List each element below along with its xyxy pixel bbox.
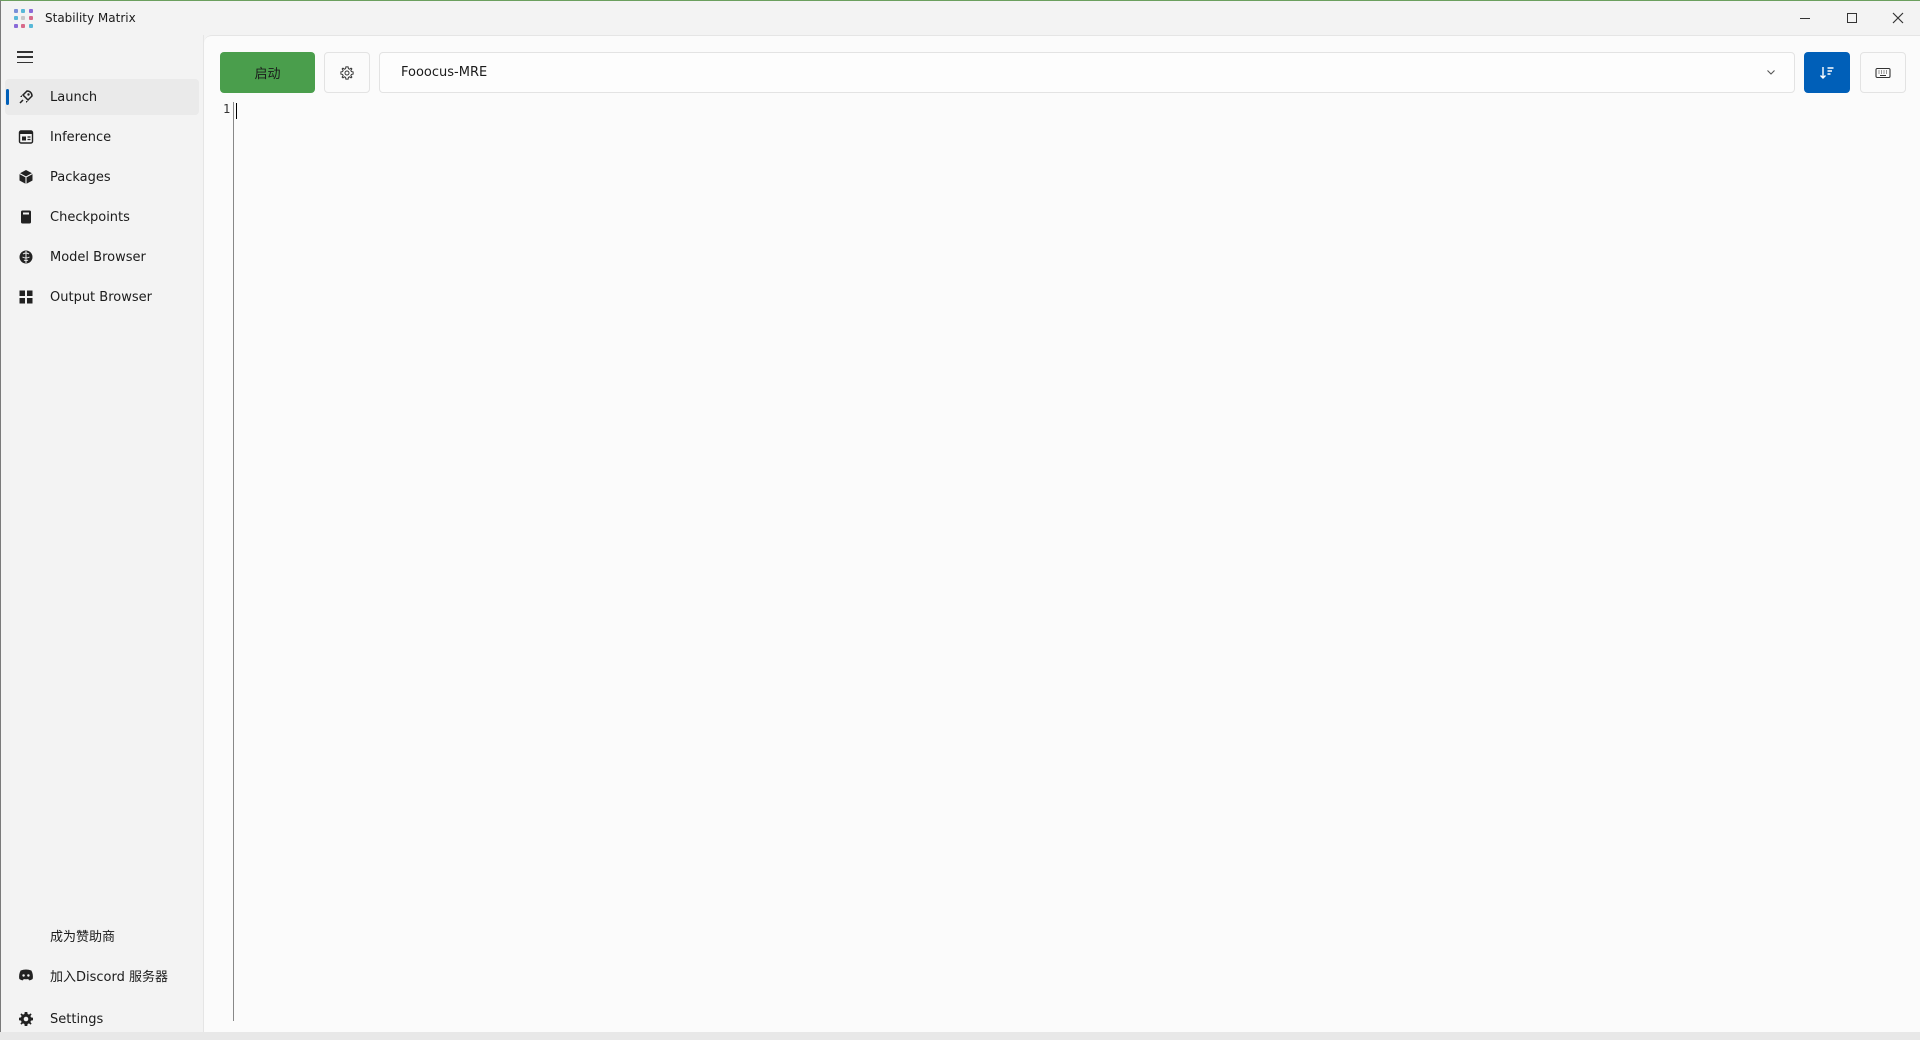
sidebar-item-discord[interactable]: 加入Discord 服务器 <box>5 957 199 993</box>
hamburger-icon[interactable] <box>15 49 35 65</box>
window-title: Stability Matrix <box>45 11 136 25</box>
active-indicator <box>6 89 9 105</box>
sidebar-item-label: Packages <box>50 169 111 185</box>
keyboard-input-button[interactable] <box>1860 52 1906 93</box>
text-caret <box>236 103 237 119</box>
sidebar-item-packages[interactable]: Packages <box>5 159 199 195</box>
auto-scroll-toggle[interactable] <box>1804 52 1850 93</box>
sidebar-item-checkpoints[interactable]: Checkpoints <box>5 199 199 235</box>
grid-icon <box>18 289 34 305</box>
close-icon <box>1892 12 1904 24</box>
sidebar-item-label: Inference <box>50 129 112 145</box>
notebook-icon <box>18 209 34 225</box>
sidebar-item-output-browser[interactable]: Output Browser <box>5 279 199 315</box>
package-dropdown[interactable]: Fooocus-MRE <box>379 52 1795 93</box>
launch-button[interactable]: 启动 <box>220 52 315 93</box>
sort-down-icon <box>1820 66 1834 79</box>
chevron-down-icon <box>1767 70 1775 75</box>
sidebar-item-inference[interactable]: Inference <box>5 119 199 155</box>
sidebar-item-label: Output Browser <box>50 289 152 305</box>
app-logo-icon <box>14 9 34 29</box>
taskbar-edge <box>0 1032 1920 1040</box>
box-icon <box>18 169 34 185</box>
maximize-icon <box>1847 13 1857 23</box>
sidebar-item-label: 加入Discord 服务器 <box>50 969 168 985</box>
gutter-divider <box>233 102 234 1021</box>
gear-icon <box>18 1011 34 1027</box>
selected-package: Fooocus-MRE <box>401 65 488 80</box>
sidebar-divider <box>203 35 204 1033</box>
keyboard-icon <box>1875 67 1891 78</box>
launch-page: 启动 Fooocus-MRE 1 <box>204 35 1920 1033</box>
image-edit-icon <box>18 129 34 145</box>
discord-icon <box>18 967 34 983</box>
line-number: 1 <box>223 102 231 116</box>
sidebar-item-become-sponsor[interactable]: 成为赞助商 <box>5 917 199 953</box>
sidebar-item-launch[interactable]: Launch <box>5 79 199 115</box>
rocket-icon <box>18 89 34 105</box>
sidebar-item-label: 成为赞助商 <box>50 929 116 945</box>
sidebar-item-label: Launch <box>50 89 98 105</box>
maximize-button[interactable] <box>1829 1 1875 35</box>
console-output[interactable]: 1 <box>220 102 1906 1022</box>
minimize-button[interactable] <box>1782 1 1828 35</box>
launch-options-button[interactable] <box>324 52 370 93</box>
sidebar: Launch Inference Packages Checkpoints Mo… <box>1 35 203 1033</box>
sidebar-item-label: Checkpoints <box>50 209 130 225</box>
sidebar-item-label: Settings <box>50 1011 104 1027</box>
sidebar-item-label: Model Browser <box>50 249 146 265</box>
title-bar: Stability Matrix <box>1 1 1920 35</box>
minimize-icon <box>1800 17 1810 19</box>
app-window: Stability Matrix Launch Inference Packag… <box>0 0 1920 1033</box>
gear-icon <box>340 65 354 80</box>
brain-icon <box>18 249 34 265</box>
close-button[interactable] <box>1875 1 1920 35</box>
sidebar-item-model-browser[interactable]: Model Browser <box>5 239 199 275</box>
